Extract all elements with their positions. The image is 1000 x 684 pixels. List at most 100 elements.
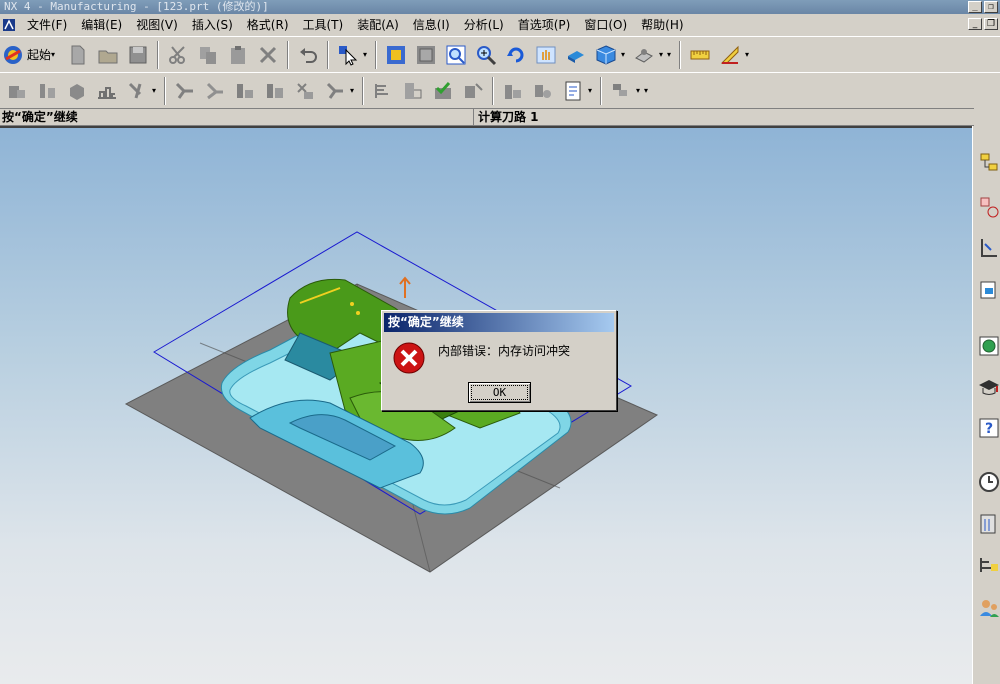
chevron-down-icon[interactable]: ▾ — [667, 41, 675, 69]
create-tool-button[interactable] — [33, 77, 61, 105]
chevron-down-icon[interactable]: ▾ — [350, 77, 358, 105]
fit-view-button[interactable] — [382, 41, 410, 69]
clock-icon — [979, 472, 999, 492]
new-file-button[interactable] — [64, 41, 92, 69]
menu-edit[interactable]: 编辑(E) — [74, 14, 129, 36]
open-button[interactable] — [94, 41, 122, 69]
delete-button[interactable] — [254, 41, 282, 69]
operation-navigator-tab[interactable] — [977, 152, 1000, 176]
fit-icon — [387, 45, 406, 64]
selection-filter-button[interactable] — [334, 41, 362, 69]
chevron-down-icon[interactable]: ▾ — [636, 77, 644, 105]
display-options-button[interactable] — [607, 77, 635, 105]
rotate-button[interactable] — [502, 41, 530, 69]
error-icon — [393, 342, 425, 374]
close-icon — [259, 46, 277, 63]
shop-doc-button[interactable] — [399, 77, 427, 105]
verify-toolpath-button[interactable] — [261, 77, 289, 105]
view-orient-button[interactable] — [630, 41, 658, 69]
reuse-library-tab[interactable] — [977, 512, 1000, 536]
menu-analysis[interactable]: 分析(L) — [457, 14, 511, 36]
gouge-check-button[interactable] — [291, 77, 319, 105]
menu-assemblies[interactable]: 装配(A) — [350, 14, 406, 36]
spindle-button[interactable] — [529, 77, 557, 105]
paste-button[interactable] — [224, 41, 252, 69]
chevron-down-icon[interactable]: ▾ — [644, 77, 652, 105]
machine-navigator-icon — [980, 197, 999, 218]
save-button[interactable] — [124, 41, 152, 69]
menu-help[interactable]: 帮助(H) — [634, 14, 690, 36]
process-studio-tab[interactable] — [977, 554, 1000, 578]
new-file-icon — [71, 45, 85, 64]
dialog-title: 按“确定”继续 — [384, 313, 614, 332]
create-program-button[interactable] — [3, 77, 31, 105]
help-tab[interactable]: ? — [977, 416, 1000, 440]
toolbar-separator — [362, 76, 364, 105]
resource-bar: ? — [972, 126, 1000, 684]
chevron-down-icon[interactable]: ▾ — [621, 41, 629, 69]
chevron-down-icon[interactable]: ▾ — [51, 41, 59, 69]
toolbar-separator — [157, 40, 160, 69]
postprocess-button[interactable] — [321, 77, 349, 105]
generate-toolpath-button[interactable] — [171, 77, 199, 105]
list-toolpath-button[interactable] — [231, 77, 259, 105]
menu-file[interactable]: 文件(F) — [20, 14, 74, 36]
zoom-in-out-button[interactable] — [472, 41, 500, 69]
create-geometry-button[interactable] — [63, 77, 91, 105]
history-tab[interactable] — [977, 470, 1000, 494]
assembly-navigator-tab[interactable] — [977, 236, 1000, 260]
menu-window[interactable]: 窗口(O) — [577, 14, 634, 36]
svg-text:?: ? — [985, 421, 993, 437]
machine-tool-navigator-tab[interactable] — [977, 196, 1000, 220]
start-icon — [4, 45, 22, 64]
check-operation-button[interactable] — [429, 77, 457, 105]
create-operation-button[interactable] — [123, 77, 151, 105]
toolbar-separator — [287, 40, 290, 69]
menu-view[interactable]: 视图(V) — [129, 14, 185, 36]
chevron-down-icon[interactable]: ▾ — [659, 41, 667, 69]
toolbar-separator — [600, 76, 602, 105]
list-path-icon — [237, 83, 253, 98]
web-browser-tab[interactable] — [977, 334, 1000, 358]
chevron-down-icon[interactable]: ▾ — [588, 77, 596, 105]
pan-button[interactable] — [532, 41, 560, 69]
part-navigator-tab[interactable] — [977, 278, 1000, 302]
restore-button[interactable]: ❐ — [984, 1, 998, 13]
copy-button[interactable] — [194, 41, 222, 69]
measure-distance-button[interactable] — [686, 41, 714, 69]
create-method-button[interactable] — [93, 77, 121, 105]
start-label: 起始 — [27, 48, 52, 62]
tool-path-list-button[interactable] — [369, 77, 397, 105]
chevron-down-icon[interactable]: ▾ — [363, 41, 371, 69]
menu-preferences[interactable]: 首选项(P) — [511, 14, 578, 36]
menu-tools[interactable]: 工具(T) — [296, 14, 351, 36]
nx-app-icon[interactable] — [2, 18, 16, 32]
measure-angle-button[interactable] — [716, 41, 744, 69]
zoom-window-button[interactable] — [412, 41, 440, 69]
cut-button[interactable] — [164, 41, 192, 69]
undo-button[interactable] — [294, 41, 322, 69]
graduation-cap-icon — [979, 380, 999, 395]
shaded-button[interactable] — [562, 41, 590, 69]
ok-button[interactable]: OK — [468, 382, 531, 403]
replay-toolpath-button[interactable] — [201, 77, 229, 105]
doc-restore-button[interactable]: ❐ — [984, 18, 998, 30]
feeds-icon — [465, 82, 483, 98]
minimize-button[interactable]: _ — [968, 1, 982, 13]
chevron-down-icon[interactable]: ▾ — [745, 41, 753, 69]
start-button[interactable]: 起始 ▾ — [2, 41, 63, 69]
menu-insert[interactable]: 插入(S) — [185, 14, 240, 36]
machine-tool-button[interactable] — [499, 77, 527, 105]
window-controls: _ ❐ — [968, 1, 998, 13]
menu-information[interactable]: 信息(I) — [406, 14, 457, 36]
feeds-button[interactable] — [459, 77, 487, 105]
roles-tab[interactable] — [977, 596, 1000, 620]
menu-format[interactable]: 格式(R) — [240, 14, 296, 36]
render-style-button[interactable] — [592, 41, 620, 69]
report-button[interactable] — [559, 77, 587, 105]
training-tab[interactable] — [977, 376, 1000, 400]
chevron-down-icon[interactable]: ▾ — [152, 77, 160, 105]
menu-bar: 文件(F) 编辑(E) 视图(V) 插入(S) 格式(R) 工具(T) 装配(A… — [0, 14, 1000, 36]
zoom-region-button[interactable] — [442, 41, 470, 69]
doc-minimize-button[interactable]: _ — [968, 18, 982, 30]
